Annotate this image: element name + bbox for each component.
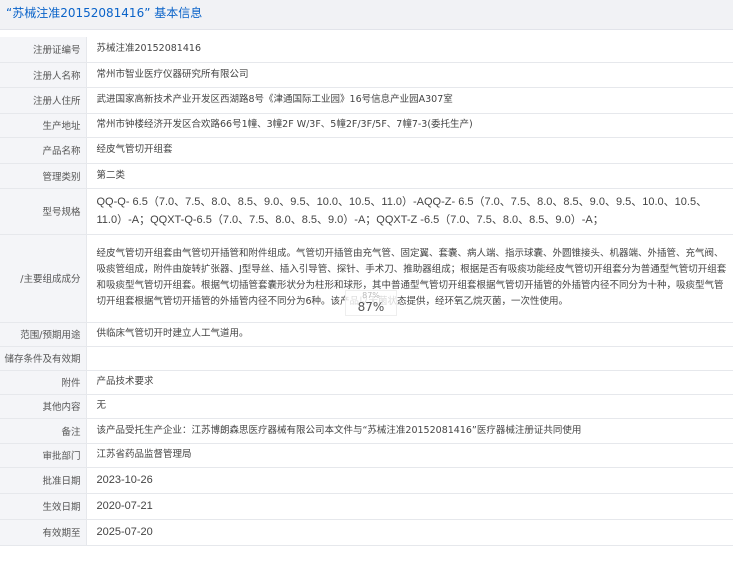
row-label: 型号规格 bbox=[0, 188, 87, 235]
row-value: QQ-Q- 6.5（7.0、7.5、8.0、8.5、9.0、9.5、10.0、1… bbox=[86, 188, 733, 235]
row-value: 2020-07-21 bbox=[86, 493, 733, 520]
table-row: 注册人住所 武进国家高新技术产业开发区西湖路8号《津通国际工业园》16号信息产业… bbox=[0, 87, 733, 114]
row-label: 范围/预期用途 bbox=[0, 322, 87, 347]
table-row: 型号规格 QQ-Q- 6.5（7.0、7.5、8.0、8.5、9.0、9.5、1… bbox=[0, 188, 733, 235]
zoom-percentage: 87% bbox=[357, 300, 385, 314]
zoom-percentage-overlay: 87% 87% bbox=[345, 290, 397, 316]
row-label: 其他内容 bbox=[0, 394, 87, 419]
row-label: 有效期至 bbox=[0, 519, 87, 546]
row-label: 备注 bbox=[0, 418, 87, 444]
row-label: 注册证编号 bbox=[0, 37, 87, 63]
row-value: 苏械注准20152081416 bbox=[86, 37, 733, 63]
page-header: “苏械注准20152081416” 基本信息 bbox=[0, 0, 733, 30]
row-value: 经皮气管切开组套由气管切开插管和附件组成。气管切开插管由充气管、固定翼、套囊、病… bbox=[86, 234, 733, 323]
table-row: 储存条件及有效期 bbox=[0, 346, 733, 371]
table-row: 产品名称 经皮气管切开组套 bbox=[0, 137, 733, 164]
row-label: 审批部门 bbox=[0, 443, 87, 468]
row-label: /主要组成成分 bbox=[0, 234, 87, 323]
row-label: 注册人住所 bbox=[0, 87, 87, 114]
row-label: 注册人名称 bbox=[0, 62, 87, 88]
table-row: 批准日期 2023-10-26 bbox=[0, 467, 733, 494]
row-value: 无 bbox=[86, 394, 733, 419]
row-value: 2025-07-20 bbox=[86, 519, 733, 546]
row-value bbox=[86, 346, 733, 371]
row-value: 产品技术要求 bbox=[86, 370, 733, 395]
row-label: 批准日期 bbox=[0, 467, 87, 494]
row-value: 供临床气管切开时建立人工气道用。 bbox=[86, 322, 733, 347]
table-row: 生产地址 常州市钟楼经济开发区合欢路66号1幢、3幢2F W/3F、5幢2F/3… bbox=[0, 113, 733, 138]
table-row: 注册人名称 常州市智业医疗仪器研究所有限公司 bbox=[0, 62, 733, 88]
table-row: 生效日期 2020-07-21 bbox=[0, 493, 733, 520]
row-label: 产品名称 bbox=[0, 137, 87, 164]
table-row: 附件 产品技术要求 bbox=[0, 370, 733, 395]
row-label: 生效日期 bbox=[0, 493, 87, 520]
row-label: 储存条件及有效期 bbox=[0, 346, 87, 371]
table-row: 备注 该产品受托生产企业：江苏博朗森思医疗器械有限公司本文件与“苏械注准2015… bbox=[0, 418, 733, 444]
table-row: 其他内容 无 bbox=[0, 394, 733, 419]
row-value: 2023-10-26 bbox=[86, 467, 733, 494]
table-row: 注册证编号 苏械注准20152081416 bbox=[0, 37, 733, 63]
row-label: 附件 bbox=[0, 370, 87, 395]
table-row: 范围/预期用途 供临床气管切开时建立人工气道用。 bbox=[0, 322, 733, 347]
row-value: 第二类 bbox=[86, 163, 733, 189]
row-value: 常州市智业医疗仪器研究所有限公司 bbox=[86, 62, 733, 88]
row-value: 常州市钟楼经济开发区合欢路66号1幢、3幢2F W/3F、5幢2F/3F/5F、… bbox=[86, 113, 733, 138]
row-value: 经皮气管切开组套 bbox=[86, 137, 733, 164]
table-row: 审批部门 江苏省药品监督管理局 bbox=[0, 443, 733, 468]
row-value: 武进国家高新技术产业开发区西湖路8号《津通国际工业园》16号信息产业园A307室 bbox=[86, 87, 733, 114]
row-value: 江苏省药品监督管理局 bbox=[86, 443, 733, 468]
row-value: 该产品受托生产企业：江苏博朗森思医疗器械有限公司本文件与“苏械注准2015208… bbox=[86, 418, 733, 444]
row-label: 管理类别 bbox=[0, 163, 87, 189]
table-row: 有效期至 2025-07-20 bbox=[0, 519, 733, 546]
row-label: 生产地址 bbox=[0, 113, 87, 138]
table-row: 管理类别 第二类 bbox=[0, 163, 733, 189]
page-title: “苏械注准20152081416” 基本信息 bbox=[6, 6, 203, 20]
